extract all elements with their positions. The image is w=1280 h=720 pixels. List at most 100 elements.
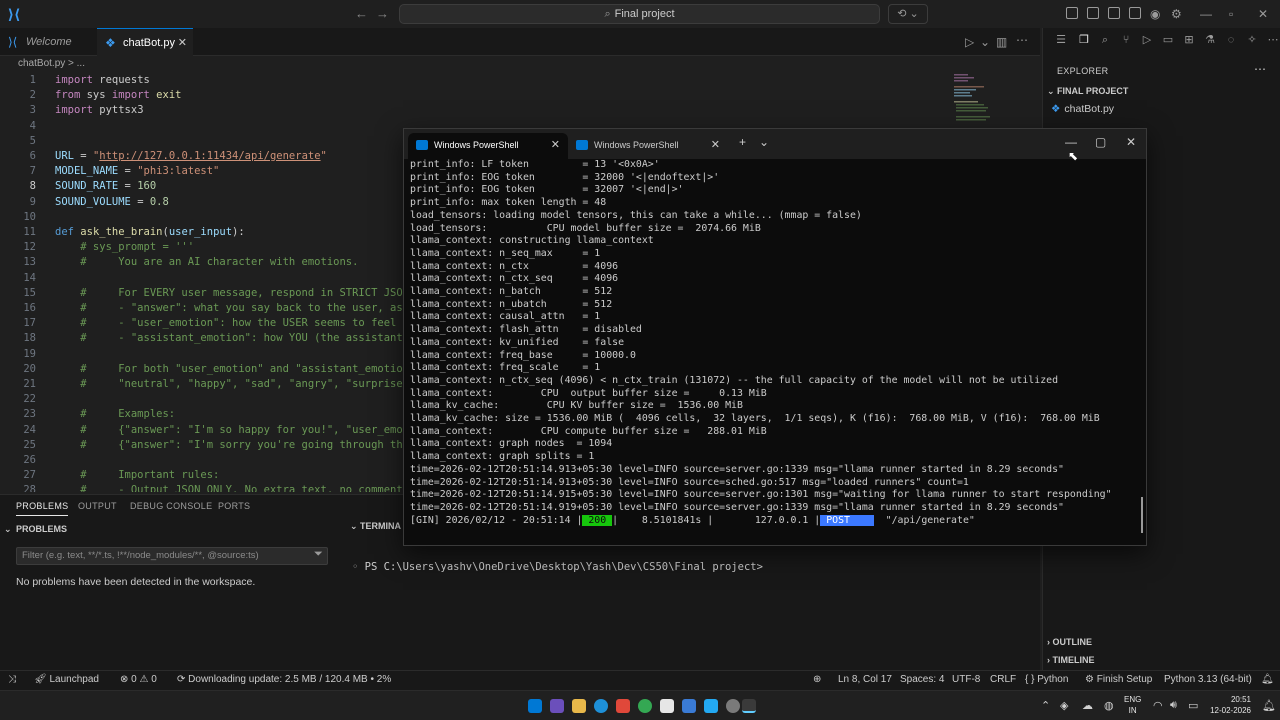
brave-icon[interactable]: [616, 699, 630, 713]
windows-start-icon[interactable]: [528, 699, 542, 713]
update-status[interactable]: ⟳ Downloading update: 2.5 MB / 120.4 MB …: [177, 674, 391, 685]
tab-chatbot[interactable]: ❖ chatBot.py ✕: [97, 28, 193, 56]
close-window-icon[interactable]: ✕: [1126, 135, 1136, 149]
code-line[interactable]: 3 import pyttsx3: [0, 103, 1040, 118]
system-clock[interactable]: 20:51 12-02-2026: [1210, 694, 1251, 716]
tab-welcome[interactable]: ⟩⟨ Welcome: [0, 28, 96, 56]
ai-icon[interactable]: ✧: [1246, 34, 1258, 46]
maximize-icon[interactable]: ▫: [1229, 7, 1233, 21]
indentation[interactable]: Spaces: 4: [900, 674, 944, 685]
close-tab-icon[interactable]: ✕: [711, 133, 720, 157]
explorer-icon[interactable]: ❐: [1078, 34, 1090, 46]
tab-dropdown-icon[interactable]: ⌄: [759, 135, 769, 149]
close-window-icon[interactable]: ✕: [1258, 7, 1268, 21]
maximize-icon[interactable]: ▢: [1095, 135, 1106, 149]
terminal-output[interactable]: print_info: LF token = 13 '<0x0A>' print_…: [410, 159, 1142, 543]
toggle-sidebar-icon[interactable]: [1087, 7, 1099, 19]
terminal-line: time=2026-02-12T20:51:14.913+05:30 level…: [410, 463, 1064, 475]
new-tab-icon[interactable]: +: [739, 135, 746, 149]
tab-output[interactable]: OUTPUT: [78, 501, 117, 511]
timeline-section-header[interactable]: › TIMELINE: [1047, 655, 1095, 665]
tray-network-icon[interactable]: ◍: [1104, 699, 1114, 712]
run-dropdown-icon[interactable]: ⌄: [980, 35, 990, 49]
cursor-position[interactable]: Ln 8, Col 17: [838, 674, 892, 685]
tab-ports[interactable]: PORTS: [218, 501, 250, 511]
copilot-button[interactable]: ⟲ ⌄: [888, 4, 928, 24]
menu-icon[interactable]: ☰: [1055, 34, 1067, 46]
testing-icon[interactable]: ⚗: [1204, 34, 1216, 46]
terminal-tab-1[interactable]: Windows PowerShell ✕: [408, 133, 568, 159]
close-tab-icon[interactable]: ✕: [178, 29, 187, 57]
more-actions-icon[interactable]: ⋯: [1016, 33, 1028, 47]
code-line[interactable]: 1 import requests: [0, 73, 1040, 88]
terminal-scrollbar[interactable]: [1141, 497, 1143, 533]
launchpad-item[interactable]: 🚀︎ Launchpad: [34, 674, 99, 685]
encoding[interactable]: UTF-8: [952, 674, 980, 685]
back-arrow-icon[interactable]: ←: [355, 6, 368, 21]
split-editor-icon[interactable]: ▥: [996, 35, 1007, 49]
input-language[interactable]: ENG IN: [1124, 694, 1141, 716]
store-icon[interactable]: [682, 699, 696, 713]
python-interpreter[interactable]: Python 3.13 (64-bit): [1164, 674, 1252, 685]
tab-problems[interactable]: PROBLEMS: [16, 501, 69, 516]
code-line[interactable]: 2 from sys import exit: [0, 88, 1040, 103]
project-folder-header[interactable]: ⌄ FINAL PROJECT: [1047, 86, 1128, 97]
source-control-icon[interactable]: ⑂: [1120, 34, 1132, 46]
remote-icon[interactable]: ⤨: [8, 674, 16, 685]
tab-debug-console[interactable]: DEBUG CONSOLE: [130, 501, 212, 511]
breadcrumb-text[interactable]: chatBot.py > ...: [18, 58, 85, 69]
file-explorer-icon[interactable]: [572, 699, 586, 713]
extensions-icon[interactable]: ⊞: [1183, 34, 1195, 46]
terminal-section-header[interactable]: ⌄ TERMINA: [350, 521, 401, 532]
filter-icon[interactable]: ⏷: [314, 548, 323, 561]
vscode-logo-icon[interactable]: ⟩⟨: [6, 6, 22, 22]
toggle-panel-icon[interactable]: [1108, 7, 1120, 19]
chrome-icon[interactable]: [638, 699, 652, 713]
layout-icon[interactable]: [1066, 7, 1078, 19]
language-mode[interactable]: { } Python: [1025, 674, 1068, 685]
run-icon[interactable]: ▷: [965, 35, 974, 49]
problems-filter-input[interactable]: Filter (e.g. text, **/*.ts, !**/node_mod…: [16, 547, 328, 565]
powershell-window[interactable]: Windows PowerShell ✕ Windows PowerShell ✕ …: [403, 128, 1147, 546]
code-token: # {"answer": "I'm sorry you're going thr…: [55, 438, 416, 451]
search-icon[interactable]: ⌕: [1099, 34, 1111, 46]
settings-app-icon[interactable]: [726, 699, 740, 713]
problems-section-header[interactable]: ⌄ PROBLEMS: [0, 521, 345, 537]
wifi-icon[interactable]: ◠: [1153, 699, 1163, 712]
tray-app-icon[interactable]: ◈: [1060, 699, 1068, 712]
close-tab-icon[interactable]: ✕: [551, 133, 560, 157]
finish-setup[interactable]: ⚙ Finish Setup: [1085, 674, 1152, 685]
edge-icon[interactable]: [594, 699, 608, 713]
notification-center-icon[interactable]: 🔔︎: [1262, 699, 1276, 712]
minimap[interactable]: [952, 72, 992, 132]
volume-icon[interactable]: 🔊︎: [1170, 699, 1177, 712]
zoom-icon[interactable]: ⊕: [813, 674, 821, 685]
breadcrumb[interactable]: chatBot.py > ...: [18, 58, 85, 69]
remote-explorer-icon[interactable]: ▭: [1162, 34, 1174, 46]
battery-icon[interactable]: ▭: [1188, 699, 1198, 712]
vscode-taskbar-icon[interactable]: [704, 699, 718, 713]
problems-count[interactable]: ⊗ 0 ⚠ 0: [120, 674, 157, 685]
explorer-more-icon[interactable]: ⋯: [1254, 62, 1266, 76]
tray-chevron-icon[interactable]: ⌃: [1041, 699, 1050, 712]
tray-sync-icon[interactable]: ☁: [1082, 699, 1093, 712]
copilot-app-icon[interactable]: [550, 699, 564, 713]
notifications-bell-icon[interactable]: 🔔︎: [1261, 674, 1274, 685]
minimize-icon[interactable]: —: [1065, 135, 1077, 149]
chat-icon[interactable]: ◌: [1225, 34, 1237, 46]
toggle-secondary-sidebar-icon[interactable]: [1129, 7, 1141, 19]
file-tree-item-chatbot[interactable]: ❖ chatBot.py: [1051, 103, 1114, 115]
outline-section-header[interactable]: › OUTLINE: [1047, 637, 1092, 647]
minimize-icon[interactable]: —: [1200, 7, 1212, 21]
terminal-taskbar-icon[interactable]: [742, 699, 756, 713]
notes-icon[interactable]: [660, 699, 674, 713]
settings-gear-icon[interactable]: ⚙: [1171, 7, 1182, 21]
more-views-icon[interactable]: ⋯: [1267, 34, 1279, 46]
terminal-prompt[interactable]: ◦ PS C:\Users\yashv\OneDrive\Desktop\Yas…: [352, 561, 763, 573]
command-center-search[interactable]: ⌕ Final project: [399, 4, 880, 24]
forward-arrow-icon[interactable]: →: [376, 6, 389, 21]
end-of-line[interactable]: CRLF: [990, 674, 1016, 685]
account-icon[interactable]: ◉: [1150, 7, 1160, 21]
run-debug-icon[interactable]: ▷: [1141, 34, 1153, 46]
terminal-tab-2[interactable]: Windows PowerShell ✕: [568, 133, 728, 159]
